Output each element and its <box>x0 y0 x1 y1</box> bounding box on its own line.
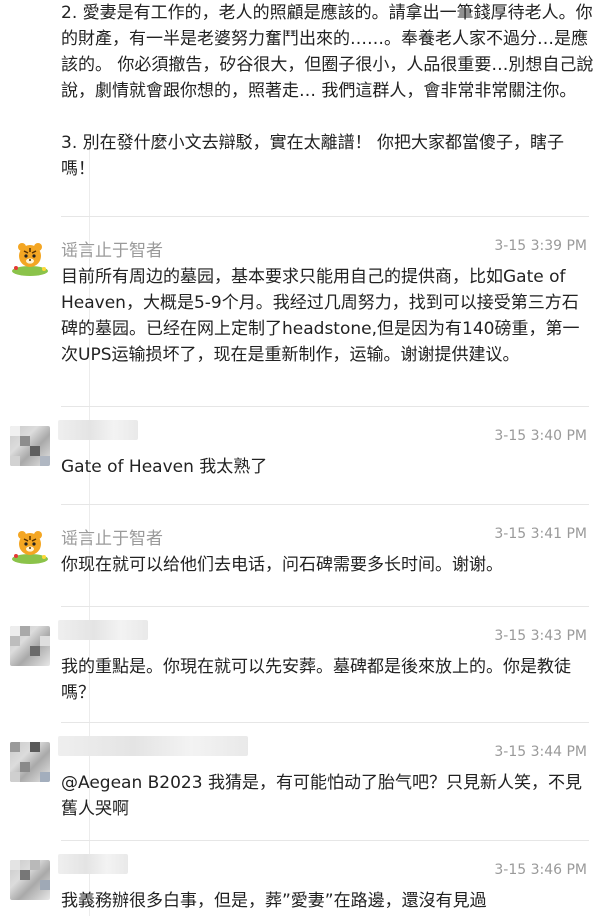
comment-timestamp: 3-15 3:39 PM <box>494 238 587 254</box>
comment-item: 3-15 3:44 PM @Aegean B2023 我猜是，有可能怕动了胎气吧… <box>0 722 607 838</box>
previous-comment-paragraph-2: 2. 愛妻是有工作的，老人的照顧是應該的。請拿出一筆錢厚待老人。你的財產，有一半… <box>61 3 594 101</box>
comment-timestamp: 3-15 3:46 PM <box>494 862 587 878</box>
blurred-avatar[interactable] <box>10 626 50 666</box>
comment-timestamp: 3-15 3:41 PM <box>494 526 587 542</box>
comment-separator <box>61 606 589 607</box>
comment-text: @Aegean B2023 我猜是，有可能怕动了胎气吧？只見新人笑，不見舊人哭啊 <box>61 773 582 819</box>
blurred-avatar[interactable] <box>10 426 50 466</box>
comment-item: 谣言止于智者 3-15 3:39 PM 目前所有周边的墓园，基本要求只能用自己的… <box>0 216 607 404</box>
comment-text: 我義務辦很多白事，但是，葬”愛妻”在路邊，還沒有見過 <box>61 891 487 911</box>
previous-comment-paragraph-3: 3. 別在發什麼小文去辯駁，實在太離譜！ 你把大家都當傻子，瞎子嗎！ <box>61 133 565 179</box>
comment-separator <box>61 840 589 841</box>
comment-item: 谣言止于智者 3-15 3:41 PM 你现在就可以给他们去电话，问石碑需要多长… <box>0 504 607 604</box>
redacted-username <box>58 420 138 440</box>
comment-item: 3-15 3:46 PM 我義務辦很多白事，但是，葬”愛妻”在路邊，還沒有見過 <box>0 840 607 916</box>
comment-text: 目前所有周边的墓园，基本要求只能用自己的提供商，比如Gate of Heaven… <box>61 267 580 365</box>
redacted-username <box>58 620 148 640</box>
comment-username[interactable]: 谣言止于智者 <box>61 236 163 261</box>
comment-thread: 2. 愛妻是有工作的，老人的照顧是應該的。請拿出一筆錢厚待老人。你的財產，有一半… <box>0 0 607 916</box>
redacted-username <box>58 854 128 874</box>
comment-item: 3-15 3:40 PM Gate of Heaven 我太熟了 <box>0 406 607 502</box>
tiger-avatar[interactable] <box>10 238 50 278</box>
comment-timestamp: 3-15 3:40 PM <box>494 428 587 444</box>
comment-item: 3-15 3:43 PM 我的重點是。你現在就可以先安葬。墓碑都是後來放上的。你… <box>0 606 607 720</box>
comment-username[interactable]: 谣言止于智者 <box>61 524 163 549</box>
comment-timestamp: 3-15 3:43 PM <box>494 628 587 644</box>
previous-comment-body: 2. 愛妻是有工作的，老人的照顧是應該的。請拿出一筆錢厚待老人。你的財產，有一半… <box>61 0 597 182</box>
redacted-username <box>58 736 248 756</box>
comment-timestamp: 3-15 3:44 PM <box>494 744 587 760</box>
comment-text: 我的重點是。你現在就可以先安葬。墓碑都是後來放上的。你是教徒嗎？ <box>61 657 571 703</box>
comment-separator <box>61 722 589 723</box>
comment-separator <box>61 216 589 217</box>
blurred-avatar[interactable] <box>10 860 50 900</box>
tiger-avatar[interactable] <box>10 526 50 566</box>
blurred-avatar[interactable] <box>10 742 50 782</box>
comment-separator <box>61 504 589 505</box>
comment-text: Gate of Heaven 我太熟了 <box>61 457 268 477</box>
comment-text: 你现在就可以给他们去电话，问石碑需要多长时间。谢谢。 <box>61 555 503 575</box>
comment-separator <box>61 406 589 407</box>
